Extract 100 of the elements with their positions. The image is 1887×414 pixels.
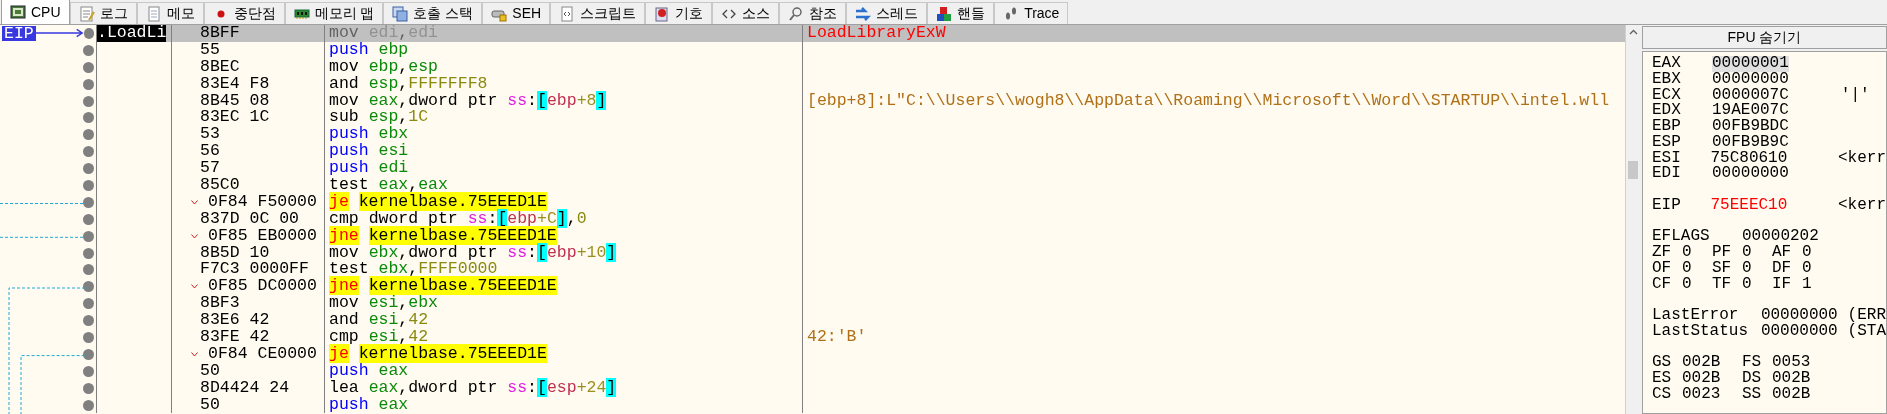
instruction-bytes: 50 [200, 396, 220, 414]
notepad-icon [78, 5, 95, 22]
register-value[interactable]: 00FB9BDC [1712, 119, 1789, 135]
flag-value[interactable]: 0 [1742, 276, 1772, 293]
instruction-bytes: 8D4424 24 [200, 379, 290, 397]
register-value[interactable]: 75EEEC10 [1710, 197, 1788, 214]
tab[interactable]: 참조 [779, 2, 847, 24]
chip-icon [10, 4, 26, 20]
instruction-bytes: 8B45 08 [200, 92, 270, 110]
tab[interactable]: 기호 [645, 2, 713, 24]
collapse-chevron-icon[interactable] [191, 284, 198, 290]
fpu-toggle-button[interactable]: FPU 숨기기 [1642, 26, 1887, 49]
register-name: EFLAGS [1652, 229, 1711, 245]
register-comment: <kerr [1838, 197, 1886, 214]
segment-value[interactable]: 0053 [1772, 355, 1832, 371]
register-name: LastError [1652, 308, 1740, 324]
register-name: EIP [1652, 197, 1682, 214]
collapse-chevron-icon[interactable] [191, 351, 198, 357]
segment-value[interactable]: 002B [1772, 371, 1832, 387]
segment-value[interactable]: 0023 [1682, 386, 1742, 403]
flag-value[interactable]: 0 [1682, 260, 1712, 277]
blocks-icon [936, 5, 953, 22]
register-name: LastStatus [1652, 323, 1749, 340]
flag-value[interactable]: 0 [1682, 276, 1712, 293]
register-name: EBP [1652, 119, 1682, 135]
instruction-text: mov ebx,dword ptr ss:[ebp+10] [329, 242, 617, 262]
register-name: ECX [1652, 87, 1682, 104]
tab[interactable]: 중단점 [203, 2, 285, 24]
instruction-text: jne kernelbase.75EEED1E [329, 276, 557, 296]
segment-name: CS [1652, 386, 1673, 403]
register-value[interactable]: 00000202 [1742, 229, 1819, 245]
instruction-bytes: 55 [200, 41, 220, 59]
flag-value[interactable]: 0 [1742, 260, 1772, 277]
flag-name: OF [1652, 260, 1673, 277]
register-name: EDX [1652, 103, 1682, 119]
tab[interactable]: 소스 [712, 2, 780, 24]
instruction-text: je kernelbase.75EEED1E [329, 191, 547, 211]
instruction-text: sub esp,1C [329, 107, 429, 127]
scroll-thumb[interactable] [1628, 161, 1638, 179]
instruction-text: mov ebp,esp [329, 56, 438, 76]
tab[interactable]: 메모 [136, 2, 204, 24]
flag-name: AF [1772, 245, 1793, 261]
instruction-bytes: 53 [200, 126, 220, 144]
tab[interactable]: 핸들 [927, 2, 995, 24]
segment-name: FS [1742, 355, 1763, 371]
scrollbar[interactable] [1625, 25, 1640, 414]
register-value[interactable]: 19AE007C [1712, 103, 1789, 119]
tab[interactable]: 스레드 [846, 2, 928, 24]
flag-value[interactable]: 0 [1802, 245, 1832, 261]
comment-text: LoadLibraryExW [807, 25, 946, 42]
instruction-text: mov eax,dword ptr ss:[ebp+8] [329, 90, 607, 110]
instruction-bytes: 83E4 F8 [200, 75, 270, 93]
register-name: EBX [1652, 71, 1682, 88]
register-comment: <kerr [1838, 150, 1886, 167]
document-icon [145, 5, 162, 22]
segment-name: DS [1742, 371, 1763, 387]
instruction-text: push edi [329, 158, 409, 178]
register-value[interactable]: 75C80610 [1710, 150, 1788, 167]
tab[interactable]: SEH [482, 2, 551, 24]
instruction-text: mov esi,ebx [329, 293, 438, 313]
instruction-text: push ebx [329, 124, 409, 144]
instruction-text: push esi [329, 141, 409, 161]
register-name: ESI [1652, 150, 1682, 167]
segment-value[interactable]: 002B [1682, 371, 1742, 387]
instruction-text: and esp,FFFFFFF8 [329, 73, 488, 93]
instruction-text: lea eax,dword ptr ss:[esp+24] [329, 377, 617, 397]
flag-value[interactable]: 0 [1742, 245, 1772, 261]
register-value[interactable]: 00000000 [1760, 308, 1838, 324]
instruction-text: test eax,eax [329, 175, 448, 194]
segment-value[interactable]: 002B [1682, 355, 1742, 371]
instruction-bytes: 0F85 DC0000 [208, 278, 317, 296]
instruction-bytes: 85C0 [200, 177, 240, 194]
flag-value[interactable]: 0 [1682, 245, 1712, 261]
register-value[interactable]: 00000001 [1712, 56, 1789, 72]
flag-value[interactable]: 0 [1802, 260, 1832, 277]
tab[interactable]: 호출 스택 [383, 2, 483, 24]
tab[interactable]: CPU [1, 0, 70, 24]
tab[interactable]: 로그 [69, 2, 137, 24]
instruction-bytes: 8B5D 10 [200, 244, 270, 262]
comment-text: 42:'B' [807, 327, 867, 347]
register-value[interactable]: 00000000 [1760, 323, 1838, 340]
scroll-up-icon[interactable] [1629, 29, 1638, 35]
register-value[interactable]: 00000000 [1712, 166, 1789, 182]
instruction-bytes: 8BF3 [200, 295, 240, 313]
collapse-chevron-icon[interactable] [191, 199, 198, 205]
instruction-text: push eax [329, 394, 409, 414]
flag-name: SF [1712, 260, 1733, 277]
segment-value[interactable]: 002B [1772, 386, 1832, 403]
windows-stack-icon [392, 5, 409, 22]
tab[interactable]: 메모리 맵 [284, 2, 384, 24]
flag-value[interactable]: 1 [1802, 276, 1832, 293]
tab[interactable]: 스크립트 [550, 2, 646, 24]
register-value[interactable]: 00FB9B9C [1712, 134, 1789, 151]
register-value[interactable]: 00000000 [1712, 71, 1789, 88]
instruction-bytes: 0F84 F50000 [208, 193, 317, 211]
tab[interactable]: Trace [994, 2, 1069, 24]
flag-name: ZF [1652, 245, 1673, 261]
register-value[interactable]: 0000007C [1712, 87, 1789, 104]
register-comment: (STA [1847, 323, 1886, 340]
collapse-chevron-icon[interactable] [191, 233, 198, 239]
